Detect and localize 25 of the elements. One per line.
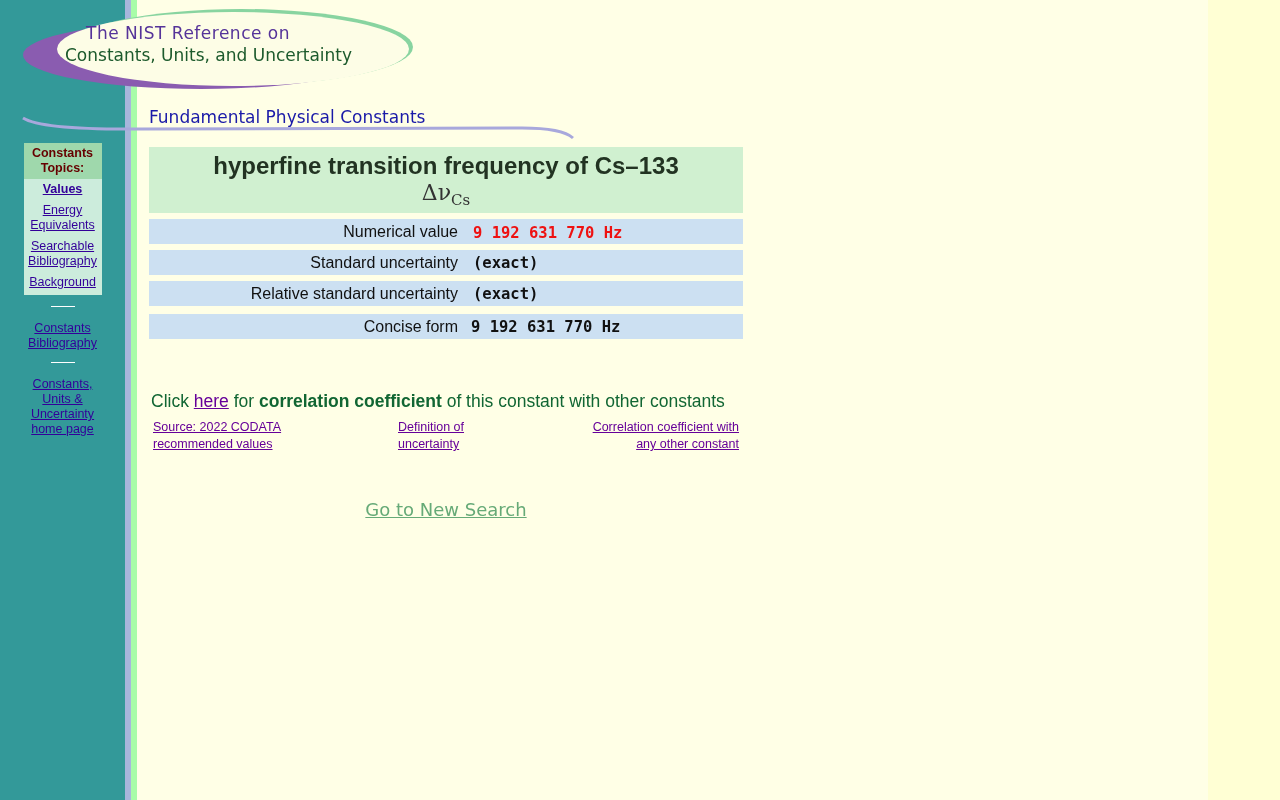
row-value: 9 192 631 770 Hz: [472, 222, 623, 242]
row-value: (exact): [472, 284, 539, 303]
row-value: 9 192 631 770 Hz: [470, 317, 621, 336]
footer-link[interactable]: Source: 2022 CODATA recommended values: [153, 419, 293, 453]
row-value: (exact): [472, 253, 539, 272]
constant-symbol: Δν$_{Cs}$: [421, 180, 471, 212]
row-label: Relative standard uncertainty: [249, 284, 459, 303]
topic-link[interactable]: Background: [29, 275, 96, 290]
logo-title: The NIST Reference on: [86, 23, 291, 43]
row-label: Standard uncertainty: [309, 253, 459, 272]
row-label: Concise form: [362, 317, 459, 336]
correlation-sentence: Click here for correlation coefficient of this constant with other constants: [151, 391, 726, 412]
row-label: Numerical value: [342, 222, 459, 241]
here-link[interactable]: here: [193, 391, 229, 411]
topic-link[interactable]: Searchable Bibliography: [23, 239, 102, 269]
footer-link[interactable]: Correlation coefficient with any other constant: [579, 419, 739, 453]
footer-link[interactable]: Definition of uncertainty: [398, 419, 478, 453]
section-title: Fundamental Physical Constants: [149, 107, 426, 127]
logo-title: Constants, Units, and Uncertainty: [65, 45, 353, 65]
topics-heading: Constants Topics:: [23, 143, 102, 179]
sidebar-link[interactable]: Constants, Units & Uncertainty home page: [23, 377, 102, 437]
sidebar-link[interactable]: Constants Bibliography: [23, 321, 102, 351]
topic-link[interactable]: Values: [42, 182, 83, 197]
constant-name: hyperfine transition frequency of Cs–133: [213, 152, 679, 180]
topic-link[interactable]: Energy Equivalents: [23, 203, 102, 233]
